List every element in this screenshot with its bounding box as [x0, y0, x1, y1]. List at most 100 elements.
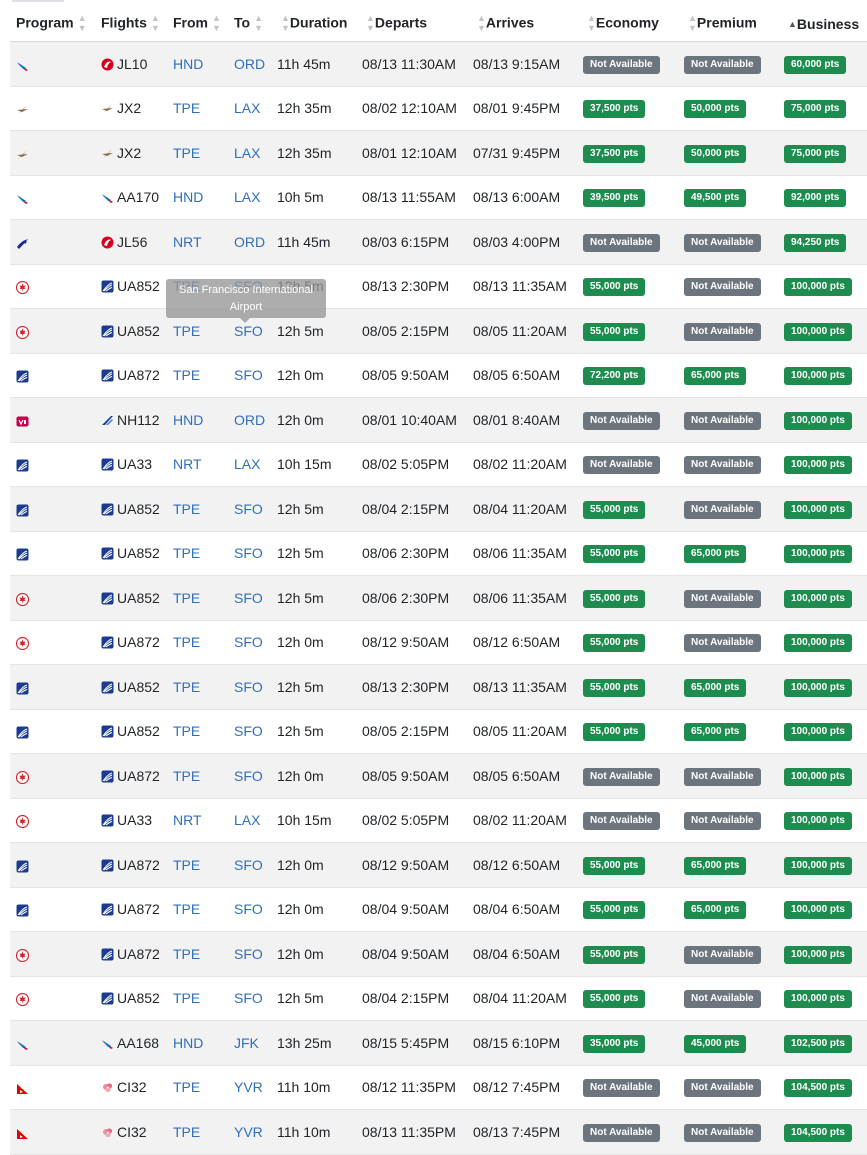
- table-row[interactable]: UA852 TPE SFO 12h 5m 08/05 2:15PM 08/05 11:20…: [10, 308, 867, 354]
- origin-airport-link[interactable]: HND: [173, 412, 203, 428]
- destination-airport-link[interactable]: LAX: [234, 189, 260, 205]
- sort-icon[interactable]: ▲ ▼: [587, 13, 596, 33]
- not-available-badge[interactable]: Not Available: [583, 233, 660, 252]
- points-badge[interactable]: 100,000 pts: [784, 411, 852, 430]
- points-badge[interactable]: 50,000 pts: [684, 144, 747, 163]
- origin-airport-link[interactable]: TPE: [173, 634, 200, 650]
- destination-airport-link[interactable]: SFO: [234, 590, 263, 606]
- points-badge[interactable]: 37,500 pts: [583, 100, 646, 119]
- origin-airport-link[interactable]: TPE: [173, 545, 200, 561]
- points-badge[interactable]: 55,000 pts: [583, 322, 646, 341]
- points-badge[interactable]: 100,000 pts: [784, 500, 852, 519]
- origin-airport-link[interactable]: TPE: [173, 723, 200, 739]
- table-row[interactable]: JL56 NRT ORD 11h 45m 08/03 6:15PM 08/03 4:00P…: [10, 219, 867, 265]
- points-badge[interactable]: 100,000 pts: [784, 945, 852, 964]
- points-badge[interactable]: 72,200 pts: [583, 367, 646, 386]
- destination-airport-link[interactable]: SFO: [234, 501, 263, 517]
- origin-airport-link[interactable]: TPE: [173, 100, 200, 116]
- destination-airport-link[interactable]: LAX: [234, 456, 260, 472]
- points-badge[interactable]: 55,000 pts: [583, 589, 646, 608]
- table-row[interactable]: UA852 TPE SFO 12h 5m 08/06 2:30PM 08/06 11:35…: [10, 575, 867, 621]
- points-badge[interactable]: 100,000 pts: [784, 634, 852, 653]
- destination-airport-link[interactable]: LAX: [234, 812, 260, 828]
- destination-airport-link[interactable]: LAX: [234, 100, 260, 116]
- points-badge[interactable]: 100,000 pts: [784, 767, 852, 786]
- points-badge[interactable]: 65,000 pts: [684, 678, 747, 697]
- destination-airport-link[interactable]: ORD: [234, 412, 265, 428]
- destination-airport-link[interactable]: SFO: [234, 901, 263, 917]
- points-badge[interactable]: 50,000 pts: [684, 100, 747, 119]
- points-badge[interactable]: 65,000 pts: [684, 367, 747, 386]
- header-economy[interactable]: ▲ ▼Economy: [577, 6, 678, 42]
- points-badge[interactable]: 35,000 pts: [583, 1034, 646, 1053]
- points-badge[interactable]: 102,500 pts: [784, 1034, 852, 1053]
- sort-icon[interactable]: ▲ ▼: [477, 13, 486, 33]
- origin-airport-link[interactable]: TPE: [173, 501, 200, 517]
- not-available-badge[interactable]: Not Available: [684, 990, 761, 1009]
- points-badge[interactable]: 100,000 pts: [784, 456, 852, 475]
- not-available-badge[interactable]: Not Available: [684, 767, 761, 786]
- points-badge[interactable]: 55,000 pts: [583, 634, 646, 653]
- sort-icon[interactable]: ▲ ▼: [366, 13, 375, 33]
- table-row[interactable]: UA852 TPE SFO 12h 5m08/13 2:30PM08/13 11:35…: [10, 664, 867, 710]
- points-badge[interactable]: 104,500 pts: [784, 1079, 852, 1098]
- destination-airport-link[interactable]: ORD: [234, 56, 265, 72]
- points-badge[interactable]: 104,500 pts: [784, 1123, 852, 1142]
- destination-airport-link[interactable]: LAX: [234, 145, 260, 161]
- not-available-badge[interactable]: Not Available: [583, 411, 660, 430]
- points-badge[interactable]: 55,000 pts: [583, 990, 646, 1009]
- header-premium[interactable]: ▲ ▼Premium: [678, 6, 778, 42]
- origin-airport-link[interactable]: TPE: [173, 901, 200, 917]
- table-row[interactable]: JL10 HND ORD 11h 45m 08/13 11:30AM 08/13 9:15…: [10, 41, 867, 87]
- table-row[interactable]: UA872 TPE SFO 12h 0m 08/12 9:50AM 08/12 6:50A…: [10, 620, 867, 665]
- points-badge[interactable]: 100,000 pts: [784, 723, 852, 742]
- destination-airport-link[interactable]: SFO: [234, 723, 263, 739]
- not-available-badge[interactable]: Not Available: [684, 55, 761, 74]
- not-available-badge[interactable]: Not Available: [583, 1079, 660, 1098]
- points-badge[interactable]: 55,000 pts: [583, 278, 646, 297]
- table-row[interactable]: CI32 TPE YVR 11h 10m 08/12 11:35PM 08/12 7:45…: [10, 1065, 867, 1110]
- sort-ascending-icon[interactable]: ▲: [788, 19, 797, 29]
- header-program[interactable]: Program ▲ ▼: [10, 6, 95, 42]
- origin-airport-link[interactable]: HND: [173, 1035, 203, 1051]
- origin-airport-link[interactable]: HND: [173, 189, 203, 205]
- origin-airport-link[interactable]: NRT: [173, 456, 202, 472]
- sort-icon[interactable]: ▲ ▼: [688, 13, 697, 33]
- points-badge[interactable]: 100,000 pts: [784, 322, 852, 341]
- table-row[interactable]: CI32 TPE YVR 11h 10m 08/13 11:35PM 08/13 7:45…: [10, 1109, 867, 1155]
- not-available-badge[interactable]: Not Available: [684, 233, 761, 252]
- destination-airport-link[interactable]: SFO: [234, 990, 263, 1006]
- header-departs[interactable]: ▲ ▼Departs: [356, 6, 467, 42]
- not-available-badge[interactable]: Not Available: [684, 1079, 761, 1098]
- points-badge[interactable]: 55,000 pts: [583, 856, 646, 875]
- origin-airport-link[interactable]: TPE: [173, 990, 200, 1006]
- not-available-badge[interactable]: Not Available: [583, 767, 660, 786]
- table-row[interactable]: JX2 TPE LAX 12h 35m 08/02 12:10AM 08/01 9:45P…: [10, 86, 867, 131]
- points-badge[interactable]: 45,000 pts: [684, 1034, 747, 1053]
- origin-airport-link[interactable]: TPE: [173, 145, 200, 161]
- points-badge[interactable]: 60,000 pts: [784, 55, 847, 74]
- points-badge[interactable]: 37,500 pts: [583, 144, 646, 163]
- points-badge[interactable]: 94,250 pts: [784, 233, 847, 252]
- not-available-badge[interactable]: Not Available: [684, 456, 761, 475]
- origin-airport-link[interactable]: TPE: [173, 1079, 200, 1095]
- not-available-badge[interactable]: Not Available: [684, 589, 761, 608]
- not-available-badge[interactable]: Not Available: [684, 945, 761, 964]
- destination-airport-link[interactable]: YVR: [234, 1124, 263, 1140]
- destination-airport-link[interactable]: SFO: [234, 679, 263, 695]
- points-badge[interactable]: 100,000 pts: [784, 901, 852, 920]
- points-badge[interactable]: 65,000 pts: [684, 901, 747, 920]
- not-available-badge[interactable]: Not Available: [583, 1123, 660, 1142]
- table-row[interactable]: UA872 TPE SFO 12h 0m 08/12 9:50AM 08/12 6:50A…: [10, 842, 867, 888]
- points-badge[interactable]: 100,000 pts: [784, 278, 852, 297]
- origin-airport-link[interactable]: TPE: [173, 590, 200, 606]
- table-row[interactable]: UA33 NRT LAX 10h 15m 08/02 5:05PM 08/02 11:20…: [10, 442, 867, 487]
- points-badge[interactable]: 75,000 pts: [784, 100, 847, 119]
- points-badge[interactable]: 55,000 pts: [583, 545, 646, 564]
- table-row[interactable]: UA33 NRT LAX 10h 15m 08/02 5:05PM 08/02 11:20…: [10, 798, 867, 843]
- points-badge[interactable]: 100,000 pts: [784, 589, 852, 608]
- not-available-badge[interactable]: Not Available: [684, 1123, 761, 1142]
- table-row[interactable]: UA852 TPE SFO 12h 5m 08/06 2:30PM 08/06 11:35…: [10, 531, 867, 576]
- not-available-badge[interactable]: Not Available: [684, 322, 761, 341]
- origin-airport-link[interactable]: TPE: [173, 367, 200, 383]
